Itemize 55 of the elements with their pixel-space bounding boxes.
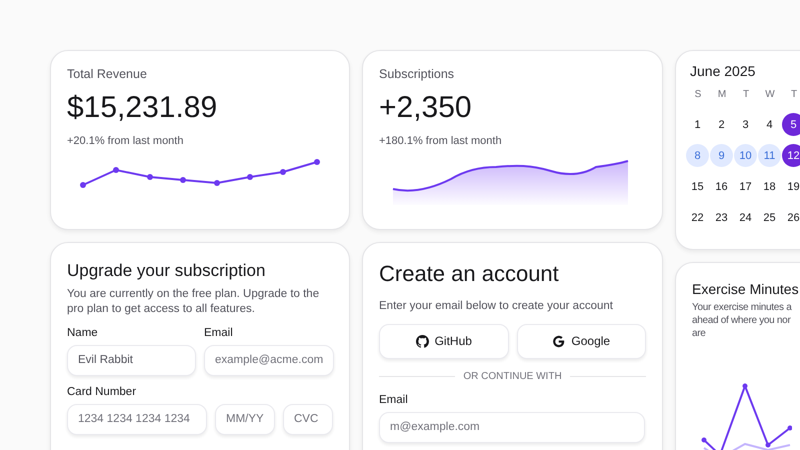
revenue-value: $15,231.89 — [67, 91, 218, 125]
card-title: Create an account — [379, 261, 560, 287]
calendar-day[interactable]: 19 — [782, 175, 800, 198]
weekday-label: T — [742, 89, 750, 102]
card-title: Exercise Minutes — [692, 281, 800, 297]
card-title: Subscriptions — [379, 67, 456, 81]
calendar-day[interactable]: 8 — [686, 144, 709, 167]
card-description: Enter your email below to create your account — [379, 299, 614, 314]
name-field[interactable]: Evil Rabbit — [67, 344, 196, 376]
weekday-label: M — [716, 89, 728, 102]
calendar-day[interactable]: 16 — [710, 175, 733, 198]
field-label: Email — [379, 394, 409, 406]
calendar-day[interactable]: 11 — [758, 144, 781, 167]
card-description: Your exercise minutes a — [692, 301, 793, 314]
divider-text: OR CONTINUE WITH — [463, 370, 562, 382]
calendar-day[interactable]: 17 — [734, 175, 757, 198]
calendar-day[interactable]: 26 — [782, 206, 800, 229]
calendar-day[interactable]: 5 — [782, 113, 800, 136]
field-label: Name — [67, 326, 99, 339]
calendar-day[interactable]: 22 — [686, 206, 709, 229]
field-label: Card Number — [67, 386, 138, 398]
calendar-day[interactable]: 18 — [758, 175, 781, 198]
weekday-label: T — [790, 89, 798, 102]
calendar-month-title: June 2025 — [690, 63, 756, 79]
calendar-day[interactable]: 25 — [758, 206, 781, 229]
calendar-day[interactable]: 15 — [686, 175, 709, 198]
card-number-field[interactable]: 1234 1234 1234 1234 — [67, 404, 207, 435]
github-icon — [416, 334, 429, 348]
cvc-field[interactable]: CVC — [283, 404, 333, 435]
card-description: ahead of where you nor — [692, 314, 792, 327]
calendar-day[interactable]: 4 — [758, 113, 781, 136]
calendar-day[interactable]: 2 — [710, 113, 733, 136]
weekday-label: S — [694, 89, 702, 102]
calendar-day[interactable]: 1 — [686, 113, 709, 136]
subscriptions-value: +2,350 — [379, 91, 473, 125]
email-field[interactable]: example@acme.com — [204, 344, 334, 376]
change-text: +180.1% from last month — [379, 135, 503, 147]
calendar-day[interactable]: 3 — [734, 113, 757, 136]
calendar-day[interactable]: 24 — [734, 206, 757, 229]
card-description: You are currently on the free plan. Upgrade to the pro plan to get access to all features. — [67, 287, 320, 317]
calendar-day[interactable]: 10 — [734, 144, 757, 167]
field-label: Email — [204, 326, 234, 339]
google-button[interactable]: Google — [516, 324, 646, 359]
github-button[interactable]: GitHub — [379, 324, 508, 359]
calendar-day[interactable]: 9 — [710, 144, 733, 167]
google-icon — [552, 334, 566, 348]
card-title: Total Revenue — [67, 67, 148, 81]
expiry-field[interactable]: MM/YY — [215, 404, 275, 435]
calendar-day[interactable]: 23 — [710, 206, 733, 229]
calendar-day[interactable]: 12 — [782, 144, 800, 167]
weekday-label: W — [764, 89, 776, 102]
card-description: are — [692, 327, 707, 340]
email-field[interactable]: m@example.com — [379, 412, 645, 443]
change-text: +20.1% from last month — [67, 135, 184, 147]
card-title: Upgrade your subscription — [67, 261, 266, 281]
